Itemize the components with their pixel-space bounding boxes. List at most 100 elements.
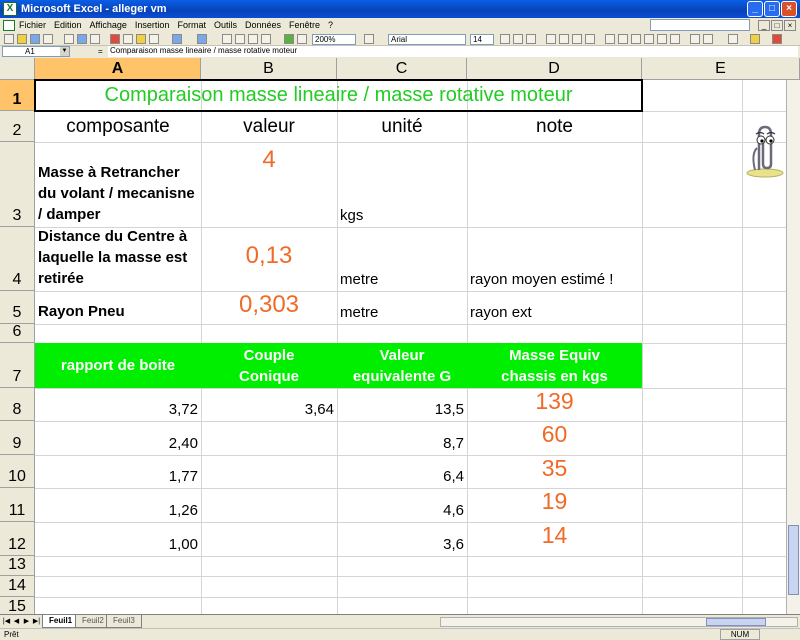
prev-sheet-icon[interactable]: ◀: [12, 617, 21, 626]
table-cell-valeur[interactable]: 8,7: [337, 421, 467, 455]
param-label[interactable]: Distance du Centre à laquelle la masse e…: [35, 227, 201, 291]
merge-center-icon[interactable]: [585, 34, 595, 44]
select-all-corner[interactable]: [0, 58, 35, 80]
hyperlink-icon[interactable]: [222, 34, 232, 44]
table-cell-couple[interactable]: [201, 522, 337, 556]
table-cell-masse[interactable]: 60: [467, 421, 642, 455]
copy-icon[interactable]: [123, 34, 133, 44]
euro-icon[interactable]: [618, 34, 628, 44]
row-header-9[interactable]: 9: [0, 421, 35, 455]
save-icon[interactable]: [30, 34, 40, 44]
sheet-tab-feuil1[interactable]: Feuil1: [42, 615, 80, 628]
borders-icon[interactable]: [728, 34, 738, 44]
row-header-14[interactable]: 14: [0, 576, 35, 597]
row-header-4[interactable]: 4: [0, 227, 35, 291]
table-cell-masse[interactable]: 19: [467, 488, 642, 522]
table-cell-valeur[interactable]: 6,4: [337, 455, 467, 488]
menu-outils[interactable]: Outils: [214, 20, 237, 30]
workbook-restore-button[interactable]: □: [771, 20, 783, 31]
table-cell-masse[interactable]: 35: [467, 455, 642, 488]
table-cell-masse[interactable]: 14: [467, 522, 642, 556]
increase-decimal-icon[interactable]: [657, 34, 667, 44]
param-note[interactable]: [467, 142, 642, 227]
column-header-e[interactable]: E: [642, 58, 800, 80]
column-header-d[interactable]: D: [467, 58, 642, 80]
autosum-icon[interactable]: [235, 34, 245, 44]
row-header-5[interactable]: 5: [0, 291, 35, 324]
menu-edition[interactable]: Edition: [54, 20, 82, 30]
header-composante[interactable]: composante: [35, 111, 201, 142]
help-question-box[interactable]: [650, 19, 750, 31]
first-sheet-icon[interactable]: |◀: [2, 617, 11, 626]
row-header-6[interactable]: 6: [0, 323, 35, 343]
row-header-1[interactable]: 1: [0, 80, 35, 111]
menu-affichage[interactable]: Affichage: [90, 20, 127, 30]
underline-icon[interactable]: [526, 34, 536, 44]
new-icon[interactable]: [4, 34, 14, 44]
horizontal-scrollbar-thumb[interactable]: [706, 618, 766, 626]
table-cell-rapport[interactable]: 3,72: [35, 388, 201, 421]
next-sheet-icon[interactable]: ▶: [22, 617, 31, 626]
italic-icon[interactable]: [513, 34, 523, 44]
table-cell-couple[interactable]: [201, 421, 337, 455]
table-cell-valeur[interactable]: 13,5: [337, 388, 467, 421]
currency-icon[interactable]: [605, 34, 615, 44]
menu-fenetre[interactable]: Fenêtre: [289, 20, 320, 30]
param-unit[interactable]: kgs: [337, 142, 467, 227]
param-value[interactable]: 0,303: [201, 291, 337, 324]
drawing-icon[interactable]: [297, 34, 307, 44]
sort-descending-icon[interactable]: [261, 34, 271, 44]
print-icon[interactable]: [64, 34, 74, 44]
name-box[interactable]: A1 ▼: [2, 46, 70, 57]
align-center-icon[interactable]: [559, 34, 569, 44]
table-cell-rapport[interactable]: 1,26: [35, 488, 201, 522]
sheet-title-cell[interactable]: Comparaison masse lineaire / masse rotat…: [35, 80, 642, 111]
horizontal-scrollbar[interactable]: [440, 617, 798, 627]
column-header-b[interactable]: B: [201, 58, 337, 80]
align-right-icon[interactable]: [572, 34, 582, 44]
formula-input[interactable]: Comparaison masse lineaire / masse rotat…: [108, 46, 798, 57]
table-cell-couple[interactable]: 3,64: [201, 388, 337, 421]
header-note[interactable]: note: [467, 111, 642, 142]
percent-icon[interactable]: [631, 34, 641, 44]
zoom-select[interactable]: 200%: [312, 34, 356, 45]
spelling-icon[interactable]: [90, 34, 100, 44]
table-cell-rapport[interactable]: 1,00: [35, 522, 201, 556]
fill-color-icon[interactable]: [750, 34, 760, 44]
header-unite[interactable]: unité: [337, 111, 467, 142]
align-left-icon[interactable]: [546, 34, 556, 44]
row-header-12[interactable]: 12: [0, 522, 35, 556]
workbook-close-button[interactable]: ×: [784, 20, 796, 31]
param-value[interactable]: 0,13: [201, 242, 337, 291]
row-header-8[interactable]: 8: [0, 388, 35, 421]
excel-app-icon[interactable]: X: [3, 2, 17, 16]
menu-format[interactable]: Format: [177, 20, 206, 30]
row-header-10[interactable]: 10: [0, 455, 35, 488]
table-cell-valeur[interactable]: 3,6: [337, 522, 467, 556]
name-box-dropdown-icon[interactable]: ▼: [60, 47, 69, 56]
table-header-couple[interactable]: Couple Conique: [201, 343, 337, 388]
paste-icon[interactable]: [136, 34, 146, 44]
redo-icon[interactable]: [197, 34, 207, 44]
print-preview-icon[interactable]: [77, 34, 87, 44]
sheet-tab-feuil3[interactable]: Feuil3: [106, 615, 142, 628]
param-note[interactable]: rayon moyen estimé !: [467, 227, 642, 291]
param-note[interactable]: rayon ext: [467, 291, 642, 324]
menu-help[interactable]: ?: [328, 20, 333, 30]
office-assistant-icon[interactable]: [743, 124, 787, 178]
open-icon[interactable]: [17, 34, 27, 44]
menu-donnees[interactable]: Données: [245, 20, 281, 30]
font-color-icon[interactable]: [772, 34, 782, 44]
decrease-decimal-icon[interactable]: [670, 34, 680, 44]
row-header-2[interactable]: 2: [0, 111, 35, 142]
comma-style-icon[interactable]: [644, 34, 654, 44]
vertical-scrollbar[interactable]: [786, 80, 800, 614]
header-valeur[interactable]: valeur: [201, 111, 337, 142]
font-size-select[interactable]: 14: [470, 34, 494, 45]
row-header-11[interactable]: 11: [0, 488, 35, 522]
increase-indent-icon[interactable]: [703, 34, 713, 44]
param-label[interactable]: Masse à Retrancher du volant / mecanisne…: [35, 142, 201, 227]
column-header-c[interactable]: C: [337, 58, 467, 80]
table-cell-rapport[interactable]: 2,40: [35, 421, 201, 455]
table-cell-couple[interactable]: [201, 488, 337, 522]
